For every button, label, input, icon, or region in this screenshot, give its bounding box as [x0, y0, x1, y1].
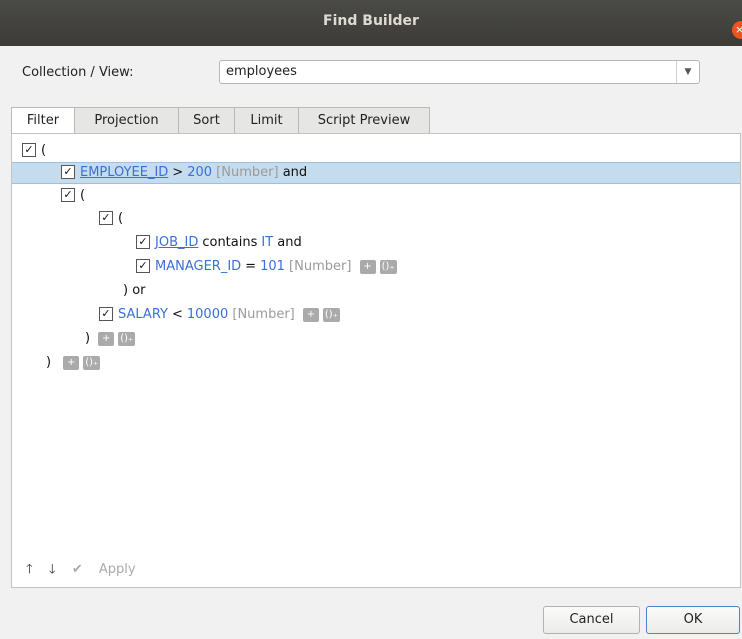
salary-op[interactable]: <: [172, 307, 183, 322]
job-id-value[interactable]: IT: [261, 235, 273, 250]
add-group-icon[interactable]: ()₊: [118, 331, 136, 346]
window-title: Find Builder: [323, 13, 419, 29]
chevron-down-icon[interactable]: ▼: [676, 61, 699, 83]
move-down-icon[interactable]: 🡓: [49, 562, 56, 577]
manager-id-field[interactable]: MANAGER_ID: [155, 259, 241, 274]
employee-id-op[interactable]: >: [172, 165, 183, 180]
tree-row-salary[interactable]: ✓ SALARY <10000 [Number] + ()₊: [12, 304, 740, 326]
tab-projection[interactable]: Projection: [74, 107, 179, 133]
employee-id-value[interactable]: 200: [187, 165, 212, 180]
salary-type: [Number]: [232, 307, 295, 322]
add-condition-icon[interactable]: +: [359, 259, 376, 274]
manager-id-checkbox[interactable]: ✓: [136, 258, 150, 273]
salary-checkbox[interactable]: ✓: [99, 306, 113, 321]
add-group-icon[interactable]: ()₊: [379, 259, 397, 274]
job-id-join: and: [277, 235, 302, 250]
collection-label: Collection / View:: [22, 65, 134, 80]
employee-id-field[interactable]: EMPLOYEE_ID: [80, 165, 168, 180]
collection-select[interactable]: employees ▼: [219, 60, 700, 84]
tab-filter[interactable]: Filter: [11, 107, 75, 135]
add-group-icon[interactable]: ()₊: [83, 355, 101, 370]
title-bar: Find Builder ×: [0, 0, 742, 46]
tree-row-group2-close[interactable]: ) or: [12, 280, 740, 302]
root-close-paren: ): [46, 355, 52, 370]
tab-script-preview[interactable]: Script Preview: [298, 107, 430, 133]
tab-limit[interactable]: Limit: [234, 107, 299, 133]
salary-value[interactable]: 10000: [187, 307, 228, 322]
tree-row-root[interactable]: ✓(: [12, 140, 740, 162]
filter-panel: ✓( ✓ EMPLOYEE_ID >200 [Number] and ✓( ✓( ✓…: [11, 133, 741, 588]
cancel-button[interactable]: Cancel: [543, 606, 640, 634]
group1-open-paren: (: [80, 188, 86, 203]
group1-checkbox[interactable]: ✓: [61, 187, 75, 202]
tree-row-manager-id[interactable]: ✓ MANAGER_ID = 101 [Number] + ()₊: [12, 256, 740, 278]
add-condition-icon[interactable]: +: [98, 331, 115, 346]
employee-id-join: and: [282, 165, 308, 180]
group2-open-paren: (: [118, 211, 124, 226]
group1-close-paren: ): [85, 331, 91, 346]
tree-row-group1-close[interactable]: ) + ()₊: [12, 328, 740, 350]
apply-label: Apply: [98, 562, 136, 577]
check-icon: ✔: [71, 562, 83, 577]
move-up-icon[interactable]: 🡑: [26, 562, 33, 577]
tree-row-group1[interactable]: ✓(: [12, 185, 740, 207]
manager-id-value[interactable]: 101: [260, 259, 285, 274]
apply-button[interactable]: ✔ Apply: [72, 562, 148, 577]
add-condition-icon[interactable]: +: [63, 355, 80, 370]
root-checkbox[interactable]: ✓: [22, 142, 36, 157]
job-id-checkbox[interactable]: ✓: [136, 234, 150, 249]
filter-toolbar: 🡑 🡓 ✔ Apply: [26, 560, 160, 582]
ok-button[interactable]: OK: [646, 606, 740, 634]
salary-field[interactable]: SALARY: [118, 307, 168, 322]
tree-row-employee-id[interactable]: ✓ EMPLOYEE_ID >200 [Number] and: [12, 162, 740, 184]
job-id-op[interactable]: contains: [202, 235, 257, 250]
root-open-paren: (: [41, 143, 47, 158]
add-condition-icon[interactable]: +: [302, 307, 319, 322]
job-id-field[interactable]: JOB_ID: [155, 235, 198, 250]
tab-sort[interactable]: Sort: [178, 107, 235, 133]
manager-id-type: [Number]: [289, 259, 352, 274]
manager-id-op[interactable]: =: [245, 259, 256, 274]
tree-row-job-id[interactable]: ✓ JOB_ID contains IT and: [12, 232, 740, 254]
collection-value: employees: [226, 64, 297, 79]
add-group-icon[interactable]: ()₊: [322, 307, 340, 322]
close-icon[interactable]: ×: [732, 21, 742, 39]
employee-id-checkbox[interactable]: ✓: [61, 164, 75, 179]
employee-id-type: [Number]: [216, 165, 279, 180]
tree-row-group2[interactable]: ✓(: [12, 208, 740, 230]
group2-checkbox[interactable]: ✓: [99, 210, 113, 225]
group2-close-label: ) or: [123, 283, 146, 298]
tree-row-root-close[interactable]: ) + ()₊: [12, 352, 740, 374]
